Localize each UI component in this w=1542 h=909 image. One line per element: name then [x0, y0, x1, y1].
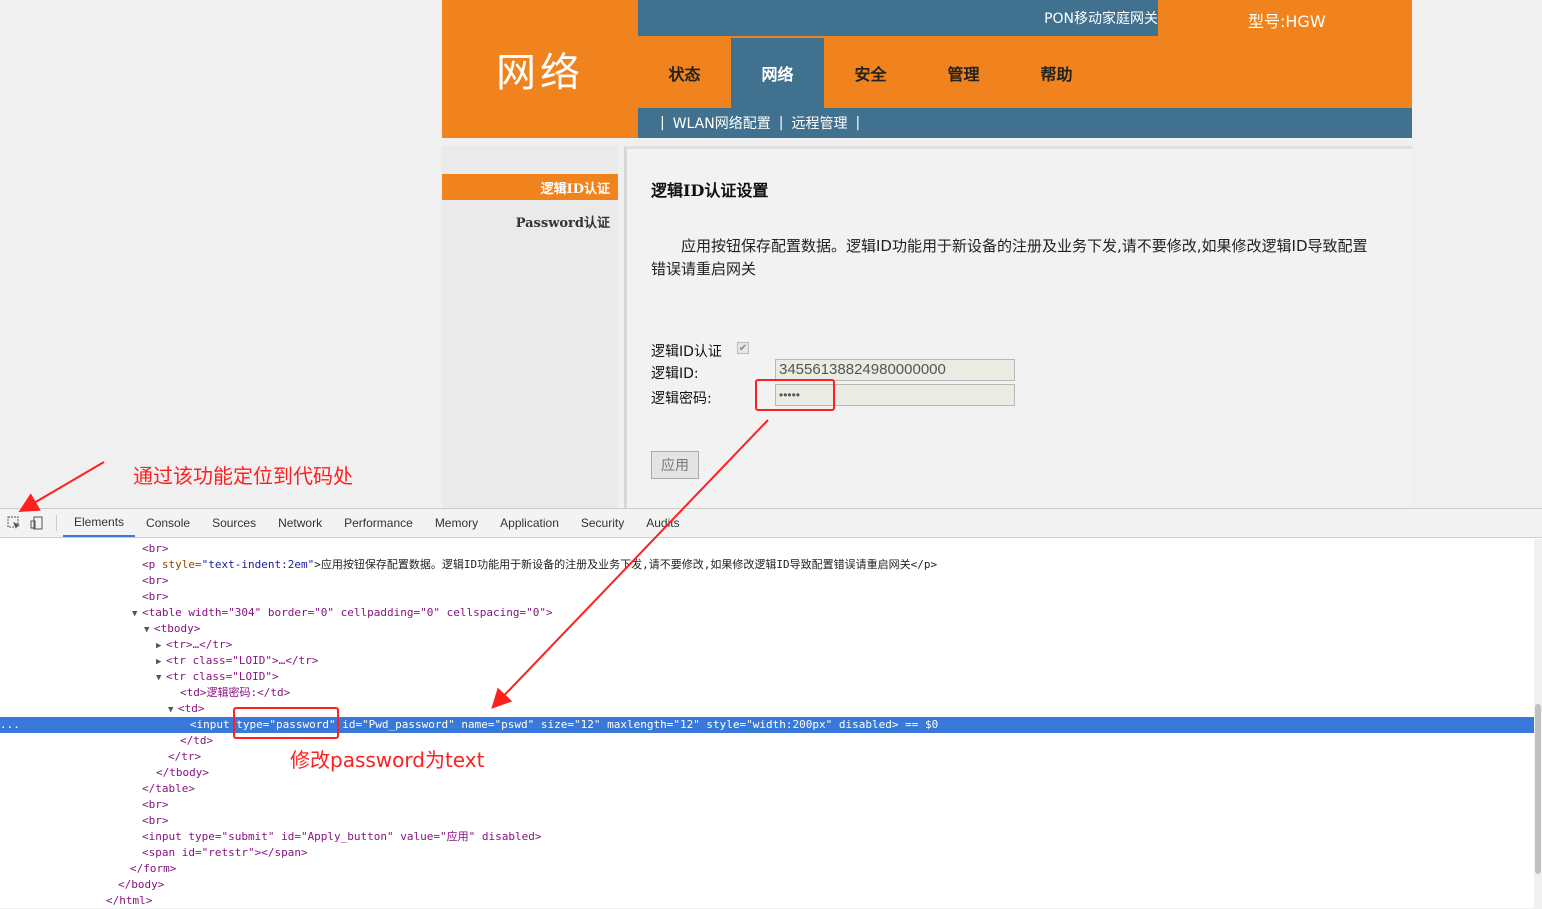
devtools-panel: Elements Console Sources Network Perform…	[0, 508, 1542, 908]
password-label: 逻辑密码:	[651, 391, 712, 407]
devtools-scrollbar[interactable]	[1534, 539, 1542, 908]
sub-nav: | WLAN网络配置 | 远程管理 |	[638, 108, 1412, 138]
loid-input[interactable]: 34556138824980000000	[775, 359, 1015, 381]
content-panel: 逻辑ID认证设置 应用按钮保存配置数据。逻辑ID功能用于新设备的注册及业务下发,…	[624, 146, 1412, 508]
dom-node[interactable]: <br>	[0, 813, 1542, 829]
sidebar-item-password-auth[interactable]: Password认证	[442, 208, 618, 234]
tab-network[interactable]: Network	[267, 509, 333, 537]
nav-security[interactable]: 安全	[824, 38, 917, 108]
loid-auth-label: 逻辑ID认证	[651, 344, 722, 360]
apply-button[interactable]: 应用	[651, 451, 699, 479]
dom-node[interactable]: ▼ <table width="304" border="0" cellpaddi…	[0, 605, 1542, 621]
loid-auth-checkbox[interactable]: ✔	[737, 342, 749, 354]
devtools-toolbar: Elements Console Sources Network Perform…	[0, 509, 1542, 538]
dom-node[interactable]: ▶ <tr>…</tr>	[0, 637, 1542, 653]
dom-node[interactable]: ▼ <tr class="LOID">	[0, 669, 1542, 685]
annotation-code-box	[233, 707, 339, 739]
page-description: 应用按钮保存配置数据。逻辑ID功能用于新设备的注册及业务下发,请不要修改,如果修…	[651, 237, 1368, 278]
inspect-element-icon[interactable]	[5, 514, 23, 532]
router-header: 网络 PON移动家庭网关 型号:HGW 状态 网络 安全 管理 帮助 | WLA…	[442, 0, 1412, 138]
loid-label: 逻辑ID:	[651, 366, 699, 382]
tab-sources[interactable]: Sources	[201, 509, 267, 537]
device-model: 型号:HGW	[1248, 12, 1326, 31]
nav-management[interactable]: 管理	[917, 38, 1010, 108]
sidebar: 逻辑ID认证 Password认证	[442, 146, 618, 508]
main-nav: 状态 网络 安全 管理 帮助	[638, 38, 1103, 108]
sidebar-item-loid-auth[interactable]: 逻辑ID认证	[442, 174, 618, 200]
tab-application[interactable]: Application	[489, 509, 570, 537]
dom-node[interactable]: <td>逻辑密码:</td>	[0, 685, 1542, 701]
dom-node[interactable]: <br>	[0, 573, 1542, 589]
dom-node[interactable]: </form>	[0, 861, 1542, 877]
nav-help[interactable]: 帮助	[1010, 38, 1103, 108]
dom-node[interactable]: ▼ <td>	[0, 701, 1542, 717]
tab-audits[interactable]: Audits	[635, 509, 690, 537]
annotation-password-box	[755, 379, 835, 411]
tab-elements[interactable]: Elements	[63, 509, 136, 537]
dom-node[interactable]: <span id="retstr"></span>	[0, 845, 1542, 861]
dom-node[interactable]: </tr>	[0, 749, 1542, 765]
subnav-remote-management[interactable]: 远程管理	[791, 113, 847, 133]
dom-node[interactable]: ▶ <tr class="LOID">…</tr>	[0, 653, 1542, 669]
tab-performance[interactable]: Performance	[333, 509, 424, 537]
top-bar: PON移动家庭网关	[638, 0, 1158, 36]
device-toolbar-icon[interactable]	[28, 514, 46, 532]
dom-node[interactable]: </table>	[0, 781, 1542, 797]
annotation-modify-hint: 修改password为text	[290, 748, 485, 772]
device-title: PON移动家庭网关	[1044, 11, 1158, 27]
tab-console[interactable]: Console	[135, 509, 201, 537]
dom-node[interactable]: </body>	[0, 877, 1542, 893]
dom-node[interactable]: <p style="text-indent:2em">应用按钮保存配置数据。逻辑…	[0, 557, 1542, 573]
tab-memory[interactable]: Memory	[424, 509, 489, 537]
page-title: 逻辑ID认证设置	[651, 181, 769, 200]
nav-status[interactable]: 状态	[638, 38, 731, 108]
annotation-locate-hint: 通过该功能定位到代码处	[133, 464, 353, 488]
dom-node[interactable]: <br>	[0, 589, 1542, 605]
tab-security[interactable]: Security	[570, 509, 635, 537]
nav-network[interactable]: 网络	[731, 38, 824, 108]
dom-node[interactable]: </tbody>	[0, 765, 1542, 781]
dom-node[interactable]: <br>	[0, 541, 1542, 557]
dom-node[interactable]: </td>	[0, 733, 1542, 749]
dom-node-selected[interactable]: ... <input type="password" id="Pwd_passwo…	[0, 717, 1534, 733]
scrollbar-thumb[interactable]	[1535, 704, 1541, 874]
arrow-to-inspect-icon	[18, 461, 105, 513]
subnav-wlan-config[interactable]: WLAN网络配置	[673, 113, 771, 133]
dom-node[interactable]: <input type="submit" id="Apply_button" v…	[0, 829, 1542, 845]
dom-node[interactable]: ▼ <tbody>	[0, 621, 1542, 637]
section-logo: 网络	[496, 50, 584, 96]
dom-node[interactable]: <br>	[0, 797, 1542, 813]
